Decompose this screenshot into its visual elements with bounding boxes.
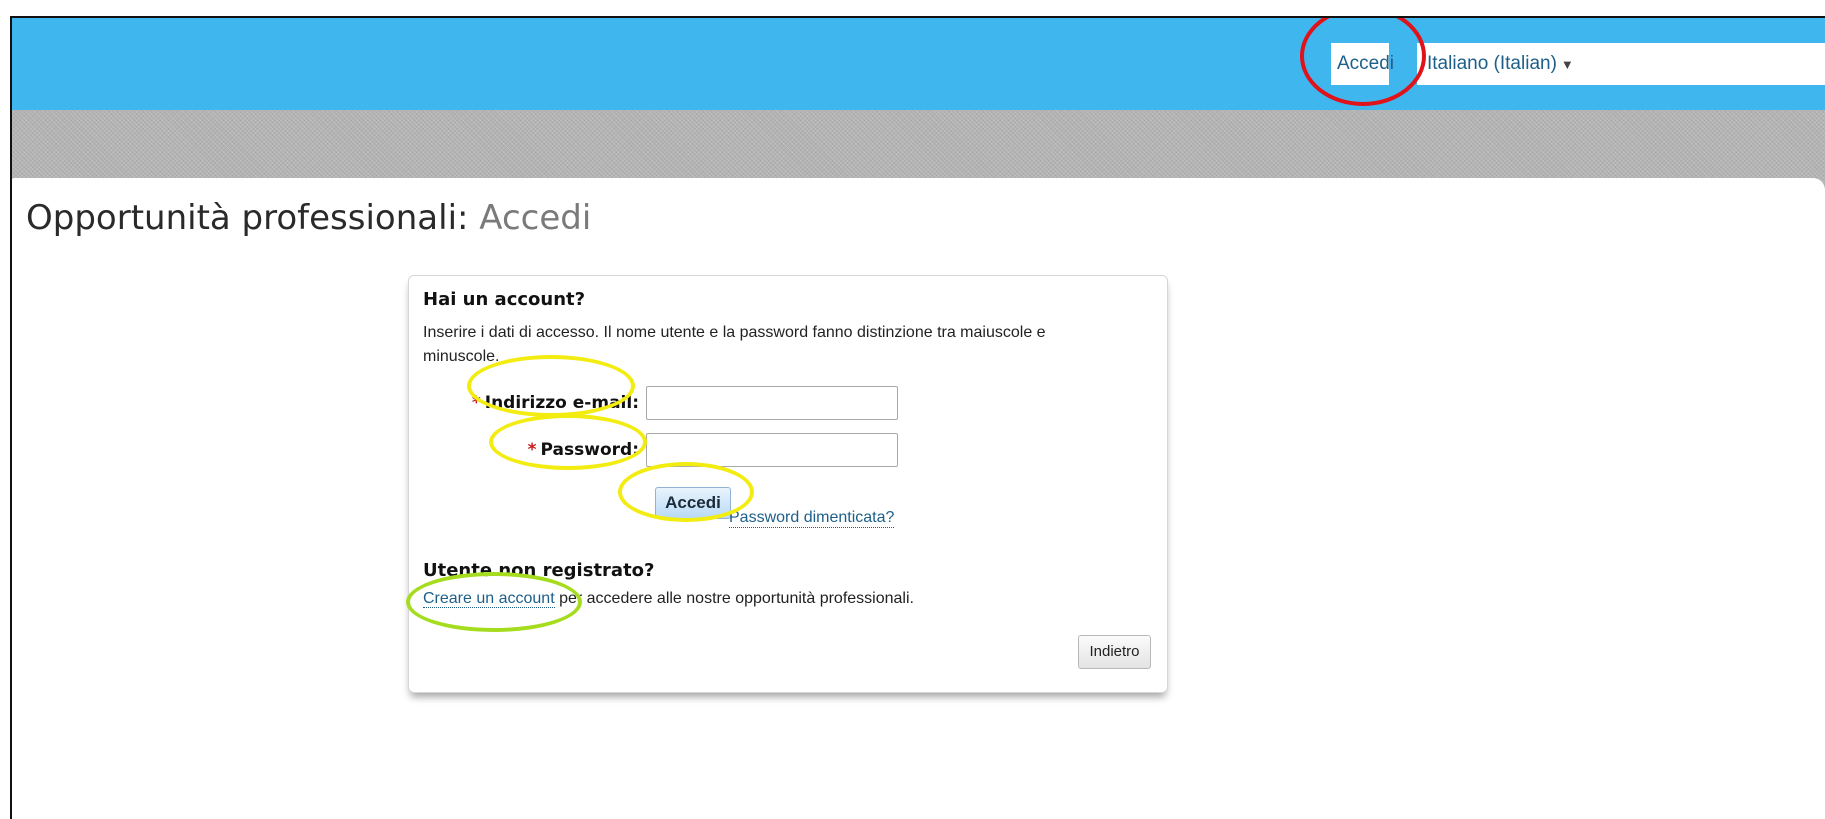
language-label: Italiano (Italian) (1427, 53, 1557, 74)
register-text: Creare un account per accedere alle nost… (423, 590, 914, 608)
email-label-text: Indirizzo e-mail: (484, 393, 639, 413)
login-card: Hai un account? Inserire i dati di acces… (408, 275, 1168, 693)
page-subtitle: Accedi (479, 198, 592, 238)
forgot-password-link[interactable]: Password dimenticata? (729, 509, 895, 528)
login-heading: Hai un account? (423, 289, 586, 310)
language-selector[interactable]: Italiano (Italian) ▼ (1417, 43, 1825, 85)
create-account-link[interactable]: Creare un account (423, 590, 555, 608)
password-label-text: Password: (540, 440, 639, 460)
required-marker: * (471, 393, 481, 413)
back-button[interactable]: Indietro (1078, 635, 1151, 669)
app-frame: Accedi Italiano (Italian) ▼ Opportunità p… (10, 16, 1825, 819)
login-instructions: Inserire i dati di accesso. Il nome uten… (423, 324, 1046, 365)
main-content: Opportunità professionali: Accedi Hai un… (12, 178, 1825, 819)
nav-sign-in-link[interactable]: Accedi (1331, 43, 1394, 85)
password-field[interactable] (646, 433, 898, 467)
register-text-suffix: per accedere alle nostre opportunità pro… (554, 590, 914, 607)
page-title-text: Opportunità professionali: (26, 198, 469, 238)
page-title: Opportunità professionali: Accedi (26, 198, 591, 238)
required-marker: * (527, 440, 537, 460)
sign-in-button[interactable]: Accedi (655, 487, 731, 519)
register-heading: Utente non registrato? (423, 560, 655, 581)
email-label: * Indirizzo e-mail: (472, 393, 639, 413)
chevron-down-icon: ▼ (1560, 57, 1574, 72)
email-field[interactable] (646, 386, 898, 420)
top-navigation-bar: Accedi Italiano (Italian) ▼ (12, 18, 1825, 110)
password-label: * Password: (528, 440, 639, 460)
